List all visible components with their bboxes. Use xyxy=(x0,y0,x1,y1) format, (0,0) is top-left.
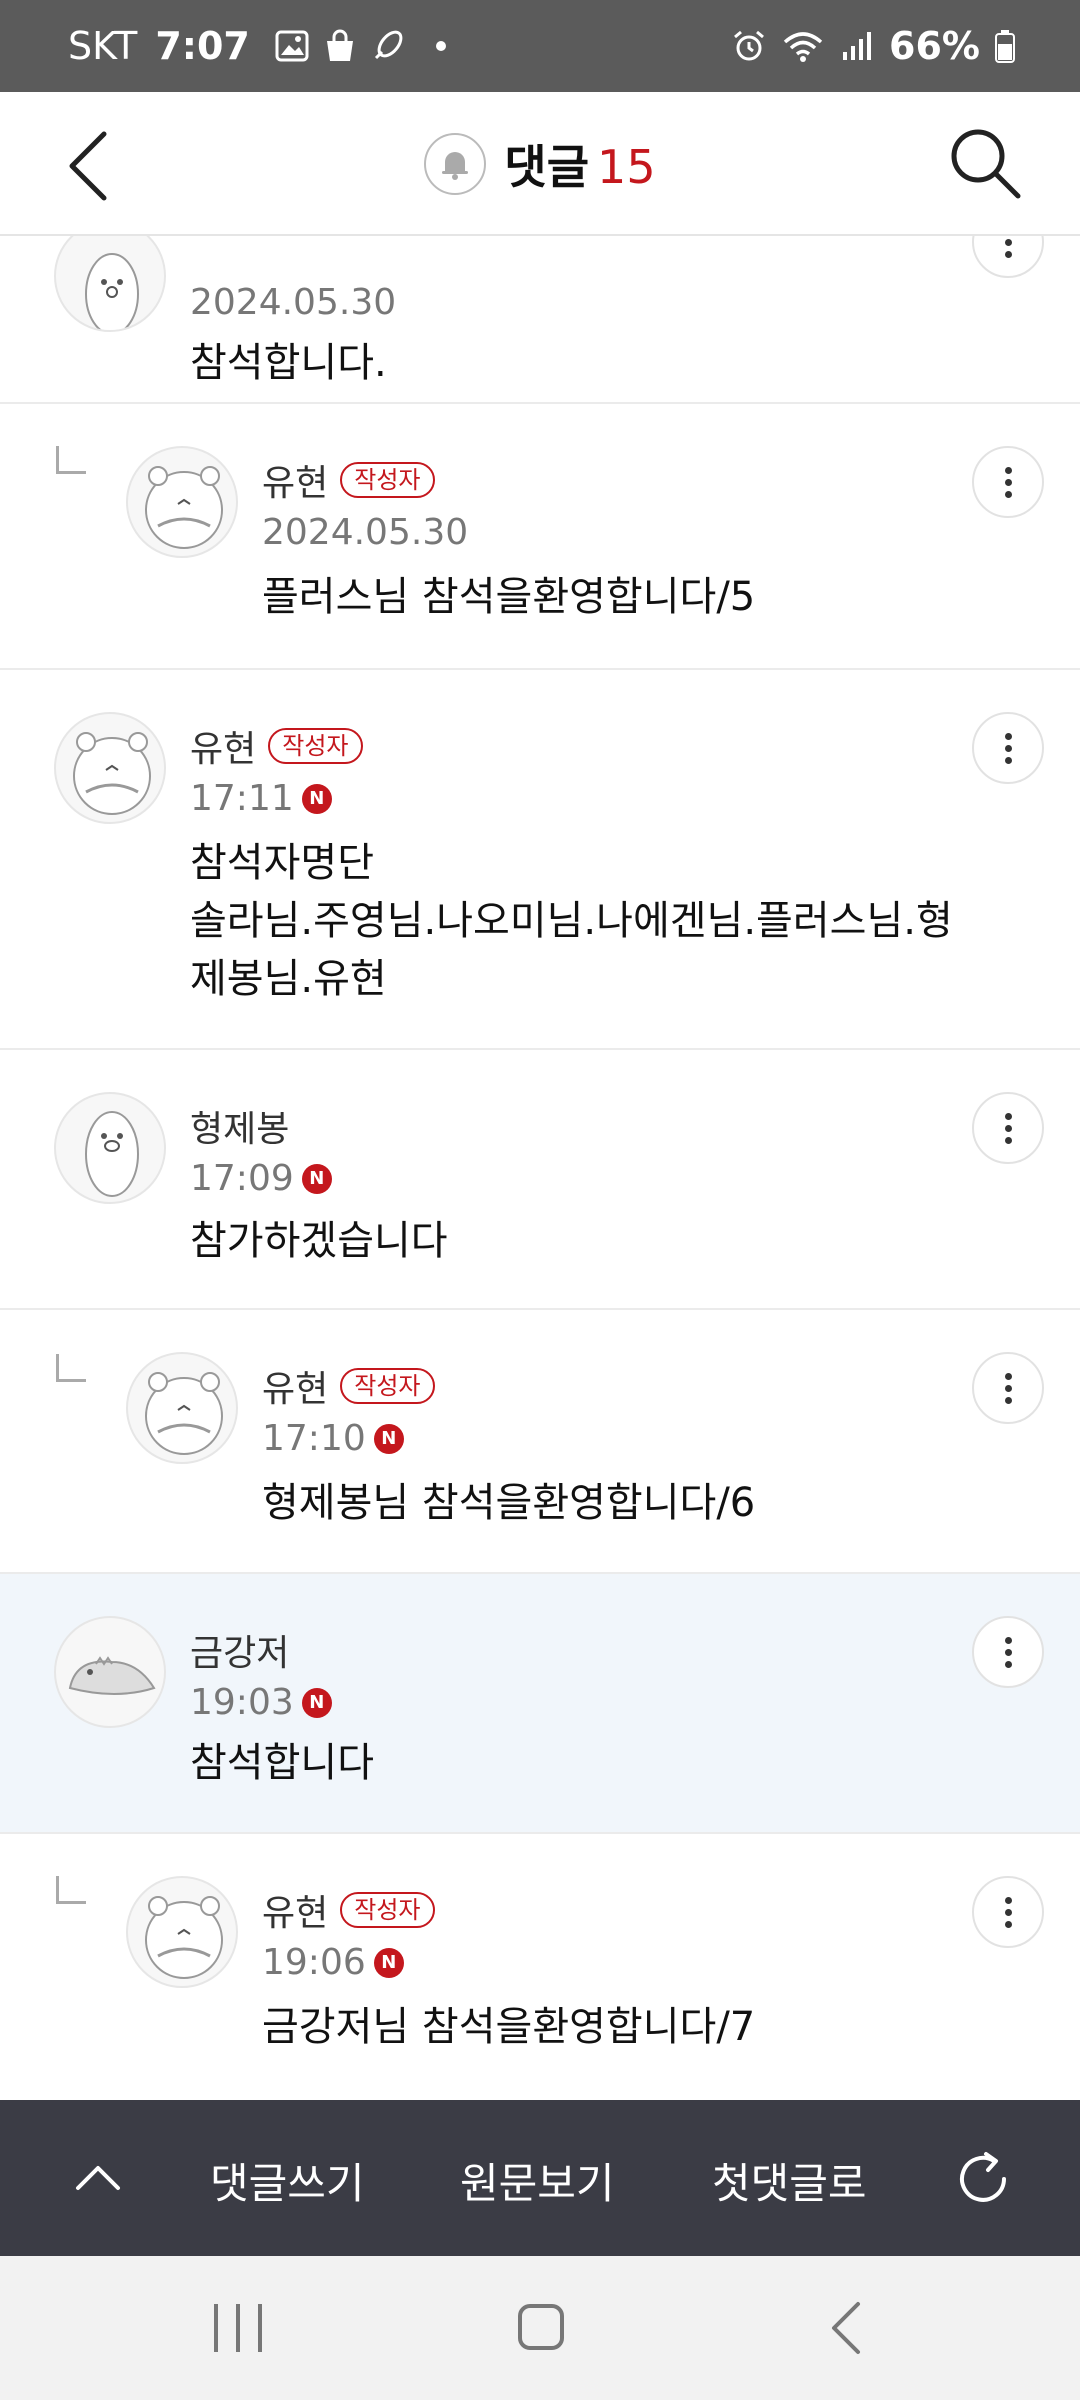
comment-date: 2024.05.30 xyxy=(262,512,469,553)
clock: 7:07 xyxy=(155,24,250,68)
avatar[interactable] xyxy=(126,1876,238,1988)
more-options-button[interactable] xyxy=(972,446,1044,518)
comment-text: 참석자명단 솔라님.주영님.나오미님.나에겐님.플러스님.형 제봉님.유현 xyxy=(190,840,953,1002)
shopping-bag-icon xyxy=(326,29,353,61)
more-options-button[interactable] xyxy=(972,1876,1044,1948)
comment-date: 17:10 xyxy=(262,1418,366,1459)
comment-list[interactable]: 2024.05.30 참석합니다. 유현 작성자 2024.05.30 플러스님… xyxy=(0,236,1080,2100)
comment-date: 17:11 xyxy=(190,778,294,819)
new-badge: N xyxy=(373,1947,404,1978)
system-back-icon[interactable] xyxy=(826,2300,866,2356)
avatar[interactable] xyxy=(54,1616,166,1728)
notification-dot xyxy=(435,41,446,51)
author-badge: 작성자 xyxy=(340,1368,435,1404)
write-comment-button[interactable]: 댓글쓰기 xyxy=(210,2150,365,2211)
comment-item: 유현 작성자 17:10 N 형제봉님 참석을환영합니다/6 xyxy=(0,1310,1080,1574)
new-badge: N xyxy=(301,1687,332,1718)
home-icon[interactable] xyxy=(518,2304,564,2350)
reply-indicator-icon xyxy=(56,1354,86,1382)
first-comment-button[interactable]: 첫댓글로 xyxy=(712,2150,867,2211)
comment-item: 2024.05.30 참석합니다. xyxy=(0,236,1080,404)
gallery-icon xyxy=(275,30,309,62)
author-badge: 작성자 xyxy=(340,462,435,498)
more-options-button[interactable] xyxy=(972,1616,1044,1688)
comments-header: 댓글 15 xyxy=(0,92,1080,236)
comment-item: 유현 작성자 17:11 N 참석자명단 솔라님.주영님.나오미님.나에겐님.플… xyxy=(0,670,1080,1050)
comment-nickname[interactable]: 유현 xyxy=(262,1360,328,1412)
view-original-button[interactable]: 원문보기 xyxy=(460,2150,615,2211)
comment-text: 형제봉님 참석을환영합니다/6 xyxy=(262,1480,756,1526)
avatar[interactable] xyxy=(54,1092,166,1204)
comment-date: 19:03 xyxy=(190,1682,294,1723)
comment-item: 유현 작성자 19:06 N 금강저님 참석을환영합니다/7 xyxy=(0,1834,1080,2100)
status-bar: SKT 7:07 66% xyxy=(0,0,1080,92)
alarm-icon xyxy=(734,30,764,61)
new-badge: N xyxy=(301,783,332,814)
signal-icon xyxy=(843,32,872,60)
wifi-icon xyxy=(783,32,823,62)
comment-text: 참석합니다 xyxy=(190,1740,374,1786)
carrier-label: SKT xyxy=(68,24,138,68)
author-badge: 작성자 xyxy=(268,728,363,764)
comment-count: 15 xyxy=(597,140,656,194)
page-title: 댓글 15 xyxy=(504,131,655,197)
comment-item: 금강저 19:03 N 참석합니다 xyxy=(0,1574,1080,1834)
avatar[interactable] xyxy=(126,446,238,558)
avatar[interactable] xyxy=(126,1352,238,1464)
comment-item: 유현 작성자 2024.05.30 플러스님 참석을환영합니다/5 xyxy=(0,404,1080,670)
author-badge: 작성자 xyxy=(340,1892,435,1928)
comment-text: 금강저님 참석을환영합니다/7 xyxy=(262,2004,756,2050)
more-options-button[interactable] xyxy=(972,236,1044,278)
system-nav-bar xyxy=(0,2256,1080,2400)
comment-nickname[interactable]: 유현 xyxy=(262,454,328,506)
battery-icon xyxy=(995,30,1015,63)
avatar[interactable] xyxy=(54,712,166,824)
new-badge: N xyxy=(301,1163,332,1194)
more-options-button[interactable] xyxy=(972,712,1044,784)
reply-indicator-icon xyxy=(56,1876,86,1904)
more-options-button[interactable] xyxy=(972,1352,1044,1424)
comment-text: 참석합니다. xyxy=(190,340,387,386)
page-title-label: 댓글 xyxy=(504,140,590,194)
bottom-action-bar: 댓글쓰기 원문보기 첫댓글로 xyxy=(0,2100,1080,2256)
chevron-up-icon[interactable] xyxy=(70,2148,126,2208)
new-badge: N xyxy=(373,1423,404,1454)
comment-text: 참가하겠습니다 xyxy=(190,1218,448,1264)
refresh-icon[interactable] xyxy=(950,2146,1016,2212)
rocket-icon xyxy=(374,30,403,60)
recent-apps-icon[interactable] xyxy=(214,2304,262,2352)
comment-date: 2024.05.30 xyxy=(190,282,397,323)
comment-text: 플러스님 참석을환영합니다/5 xyxy=(262,574,756,620)
comment-nickname[interactable]: 금강저 xyxy=(190,1624,289,1676)
comment-nickname[interactable]: 유현 xyxy=(262,1884,328,1936)
avatar[interactable] xyxy=(54,236,166,332)
search-icon[interactable] xyxy=(948,126,1024,202)
comment-item: 형제봉 17:09 N 참가하겠습니다 xyxy=(0,1050,1080,1310)
comment-date: 17:09 xyxy=(190,1158,294,1199)
bell-icon[interactable] xyxy=(424,133,487,195)
comment-date: 19:06 xyxy=(262,1942,366,1983)
comment-nickname[interactable]: 유현 xyxy=(190,720,256,772)
more-options-button[interactable] xyxy=(972,1092,1044,1164)
reply-indicator-icon xyxy=(56,446,86,474)
comment-nickname[interactable]: 형제봉 xyxy=(190,1100,289,1152)
battery-percent: 66% xyxy=(889,24,980,68)
